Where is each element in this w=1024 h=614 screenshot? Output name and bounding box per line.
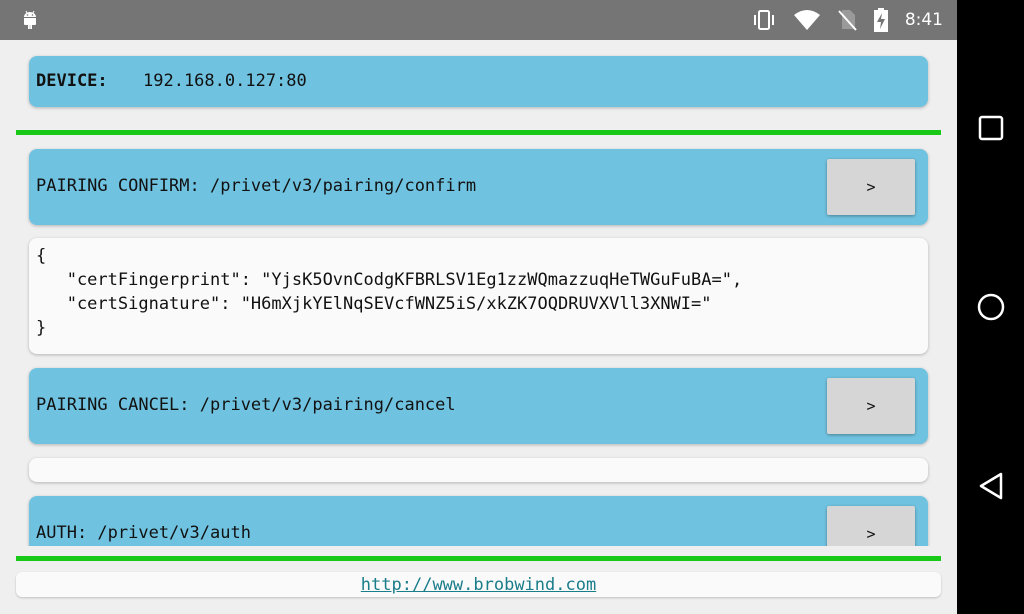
bottom-divider [16,556,941,561]
clock: 8:41 [904,10,943,30]
footer: http://www.brobwind.com [16,572,941,597]
android-icon [24,10,36,29]
battery-charging-icon [873,8,888,32]
endpoint-pairing-confirm: PAIRING CONFIRM: /privet/v3/pairing/conf… [29,149,928,225]
response-text: { "certFingerprint": "YjsK5OvnCodgKFBRLS… [36,246,743,338]
device-address: 192.168.0.127:80 [143,71,307,91]
endpoint-pairing-cancel: PAIRING CANCEL: /privet/v3/pairing/cance… [29,368,928,444]
endpoint-title: PAIRING CANCEL: /privet/v3/pairing/cance… [36,395,456,415]
endpoint-list[interactable]: PAIRING CONFIRM: /privet/v3/pairing/conf… [0,138,957,546]
device-label: DEVICE: [36,71,108,91]
vibrate-icon [753,10,774,30]
response-pairing-confirm: { "certFingerprint": "YjsK5OvnCodgKFBRLS… [29,238,928,354]
no-sim-icon [838,10,857,31]
wifi-icon [793,10,820,30]
website-link[interactable]: http://www.brobwind.com [361,575,596,595]
navigation-bar [957,0,1024,614]
status-bar: 8:41 [0,0,957,40]
home-circle-icon[interactable] [975,291,1007,323]
endpoint-title: AUTH: /privet/v3/auth [36,523,251,543]
back-triangle-icon[interactable] [975,470,1007,502]
response-pairing-cancel [29,458,928,482]
main-content: DEVICE: 192.168.0.127:80 PAIRING CONFIRM… [0,40,957,614]
run-pairing-confirm-button[interactable]: > [827,159,915,215]
top-divider [16,130,941,135]
device-card: DEVICE: 192.168.0.127:80 [29,56,928,107]
response-text [29,458,928,470]
recents-square-icon[interactable] [975,112,1007,144]
run-pairing-cancel-button[interactable]: > [827,378,915,434]
endpoint-auth: AUTH: /privet/v3/auth > [29,496,928,546]
endpoint-title: PAIRING CONFIRM: /privet/v3/pairing/conf… [36,176,477,196]
run-auth-button[interactable]: > [827,506,915,546]
